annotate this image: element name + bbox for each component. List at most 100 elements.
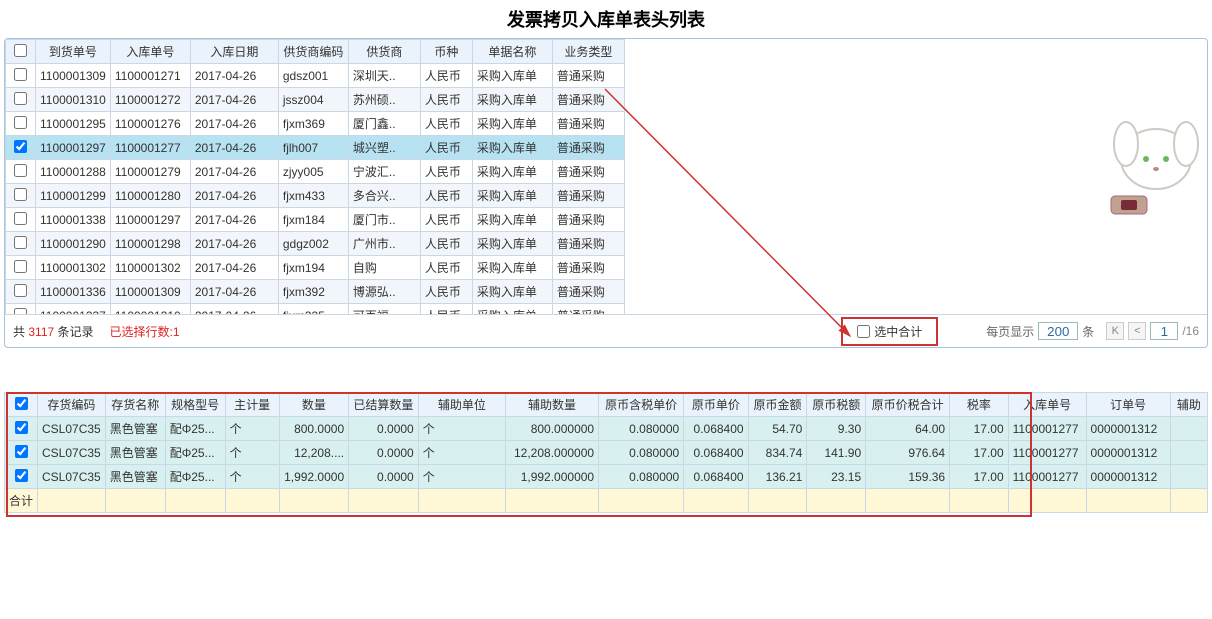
pager-prev[interactable]: < — [1128, 322, 1146, 340]
cell: fjxm194 — [278, 256, 348, 280]
cell: 9.30 — [807, 417, 866, 441]
top-header[interactable]: 供货商编码 — [278, 40, 348, 64]
table-row[interactable]: 110000133811000012972017-04-26fjxm184厦门市… — [6, 208, 625, 232]
cell: 17.00 — [950, 441, 1009, 465]
cell: 17.00 — [950, 417, 1009, 441]
cell: 人民币 — [420, 232, 472, 256]
table-row[interactable]: 110000133611000013092017-04-26fjxm392博源弘… — [6, 280, 625, 304]
cell: 1100001338 — [36, 208, 111, 232]
cell: 黑色管塞 — [105, 465, 165, 489]
top-header[interactable]: 币种 — [420, 40, 472, 64]
cell: 1100001295 — [36, 112, 111, 136]
pager-first[interactable]: K — [1106, 322, 1124, 340]
bottom-header[interactable]: 已结算数量 — [349, 393, 419, 417]
bottom-header[interactable]: 原币单价 — [684, 393, 748, 417]
cell: 1100001297 — [36, 136, 111, 160]
bottom-header[interactable]: 辅助 — [1170, 393, 1207, 417]
bottom-header[interactable]: 原币金额 — [748, 393, 807, 417]
row-checkbox[interactable] — [14, 188, 27, 201]
cell: CSL07C35 — [38, 441, 106, 465]
row-checkbox[interactable] — [14, 116, 27, 129]
per-page-input[interactable] — [1038, 322, 1078, 340]
row-checkbox[interactable] — [15, 445, 28, 458]
table-row[interactable]: 110000133711000013102017-04-26fjxm335可百福… — [6, 304, 625, 316]
cell: 黑色管塞 — [105, 441, 165, 465]
bottom-header[interactable]: 原币含税单价 — [599, 393, 684, 417]
cell: 0.0000 — [349, 441, 419, 465]
bottom-header[interactable]: 主计量 — [225, 393, 279, 417]
top-region: 到货单号入库单号入库日期供货商编码供货商币种单据名称业务类型1100001309… — [4, 38, 1208, 348]
row-checkbox[interactable] — [15, 421, 28, 434]
bottom-header[interactable]: 存货名称 — [105, 393, 165, 417]
bottom-header-checkbox[interactable] — [15, 397, 28, 410]
cell: 采购入库单 — [472, 136, 552, 160]
cell: 多合兴.. — [348, 184, 420, 208]
cell: 采购入库单 — [472, 208, 552, 232]
top-header[interactable]: 入库日期 — [190, 40, 278, 64]
cell: 城兴塑.. — [348, 136, 420, 160]
cell: 配Φ25... — [165, 441, 225, 465]
row-checkbox[interactable] — [15, 469, 28, 482]
cell: 个 — [225, 441, 279, 465]
table-row[interactable]: 110000128811000012792017-04-26zjyy005宁波汇… — [6, 160, 625, 184]
pager-page-input[interactable] — [1150, 322, 1178, 340]
top-header[interactable]: 业务类型 — [552, 40, 624, 64]
row-checkbox[interactable] — [14, 308, 27, 316]
row-checkbox[interactable] — [14, 140, 27, 153]
table-row[interactable]: CSL07C35黑色管塞配Φ25...个12,208....0.0000个12,… — [5, 441, 1208, 465]
bottom-table: 存货编码存货名称规格型号主计量数量已结算数量辅助单位辅助数量原币含税单价原币单价… — [4, 392, 1208, 513]
bottom-header[interactable]: 规格型号 — [165, 393, 225, 417]
cell: 普通采购 — [552, 232, 624, 256]
top-header[interactable]: 供货商 — [348, 40, 420, 64]
table-row[interactable]: 110000129511000012762017-04-26fjxm369厦门鑫… — [6, 112, 625, 136]
cell: 1100001290 — [36, 232, 111, 256]
cell: 1100001277 — [1008, 417, 1086, 441]
cell: 普通采购 — [552, 208, 624, 232]
bottom-header[interactable]: 订单号 — [1086, 393, 1170, 417]
checksum-box[interactable]: 选中合计 — [841, 317, 938, 346]
table-row[interactable]: 110000130211000013022017-04-26fjxm194自购人… — [6, 256, 625, 280]
top-header[interactable]: 单据名称 — [472, 40, 552, 64]
table-row[interactable]: CSL07C35黑色管塞配Φ25...个1,992.00000.0000个1,9… — [5, 465, 1208, 489]
cell: 采购入库单 — [472, 256, 552, 280]
row-checkbox[interactable] — [14, 260, 27, 273]
cell: 0.080000 — [599, 465, 684, 489]
cell: 1100001277 — [110, 136, 190, 160]
table-row[interactable]: 110000129011000012982017-04-26gdgz002广州市… — [6, 232, 625, 256]
bottom-header[interactable]: 原币税额 — [807, 393, 866, 417]
bottom-header[interactable]: 数量 — [279, 393, 349, 417]
cell: 人民币 — [420, 184, 472, 208]
row-checkbox[interactable] — [14, 212, 27, 225]
table-row[interactable]: 110000129711000012772017-04-26fjlh007城兴塑… — [6, 136, 625, 160]
cell: 1100001277 — [1008, 441, 1086, 465]
table-row[interactable]: CSL07C35黑色管塞配Φ25...个800.00000.0000个800.0… — [5, 417, 1208, 441]
row-checkbox[interactable] — [14, 68, 27, 81]
cell: 1100001280 — [110, 184, 190, 208]
bottom-header[interactable]: 入库单号 — [1008, 393, 1086, 417]
page-title: 发票拷贝入库单表头列表 — [0, 0, 1212, 38]
table-row[interactable]: 110000129911000012802017-04-26fjxm433多合兴… — [6, 184, 625, 208]
bottom-header[interactable]: 原币价税合计 — [866, 393, 950, 417]
row-checkbox[interactable] — [14, 164, 27, 177]
cell: gdgz002 — [278, 232, 348, 256]
row-checkbox[interactable] — [14, 92, 27, 105]
top-header[interactable]: 到货单号 — [36, 40, 111, 64]
bottom-header[interactable]: 存货编码 — [38, 393, 106, 417]
cell: fjxm392 — [278, 280, 348, 304]
bottom-header[interactable] — [5, 393, 38, 417]
row-checkbox[interactable] — [14, 236, 27, 249]
row-checkbox[interactable] — [14, 284, 27, 297]
bottom-header[interactable]: 辅助单位 — [418, 393, 505, 417]
cell: zjyy005 — [278, 160, 348, 184]
bottom-header[interactable]: 税率 — [950, 393, 1009, 417]
cell: 个 — [225, 465, 279, 489]
cell: 1100001310 — [36, 88, 111, 112]
top-header-checkbox[interactable] — [14, 44, 27, 57]
table-row[interactable]: 110000130911000012712017-04-26gdsz001深圳天… — [6, 64, 625, 88]
top-header[interactable]: 入库单号 — [110, 40, 190, 64]
checksum-checkbox[interactable] — [857, 325, 870, 338]
per-page: 每页显示 条 — [986, 322, 1094, 340]
bottom-header[interactable]: 辅助数量 — [505, 393, 598, 417]
cell: 采购入库单 — [472, 112, 552, 136]
table-row[interactable]: 110000131011000012722017-04-26jssz004苏州硕… — [6, 88, 625, 112]
